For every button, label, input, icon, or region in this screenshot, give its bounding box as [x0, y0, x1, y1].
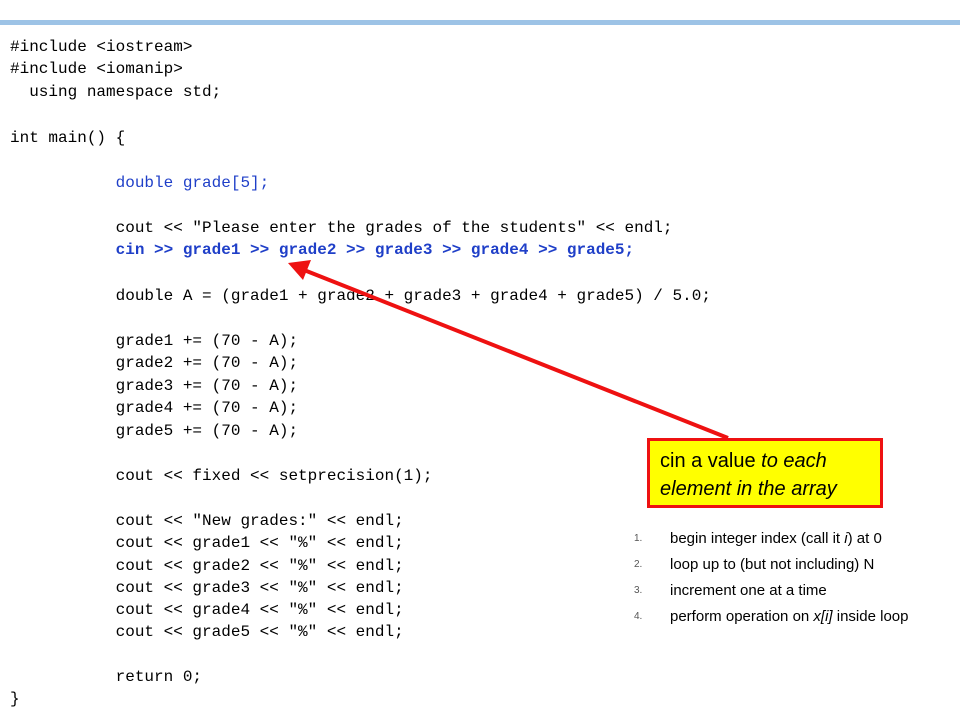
step-text: begin integer index (call it	[670, 530, 845, 547]
code-line-23: cout << grade1 << "%" << endl;	[10, 534, 404, 552]
code-line-2: #include <iomanip>	[10, 60, 183, 78]
step-number: 3.	[634, 585, 643, 596]
step-text-end: ) at 0	[847, 530, 882, 547]
code-line-16: grade3 += (70 - A);	[10, 377, 299, 395]
step-text: loop up to (but not including) N	[670, 556, 875, 573]
step-number: 4.	[634, 611, 643, 622]
step-text: perform operation on	[670, 608, 814, 625]
code-line-24: cout << grade2 << "%" << endl;	[10, 557, 404, 575]
code-line-14: grade1 += (70 - A);	[10, 332, 299, 350]
callout-text-plain: cin a value	[660, 450, 762, 472]
list-item: 2. loop up to (but not including) N	[630, 552, 960, 578]
code-line-18: grade5 += (70 - A);	[10, 422, 299, 440]
code-line-7: double grade[5];	[10, 174, 270, 192]
code-line-1: #include <iostream>	[10, 38, 193, 56]
code-line-17: grade4 += (70 - A);	[10, 399, 299, 417]
code-line-15: grade2 += (70 - A);	[10, 354, 299, 372]
code-line-9: cout << "Please enter the grades of the …	[10, 219, 673, 237]
step-text: increment one at a time	[670, 582, 827, 599]
callout-box: cin a value to each element in the array	[647, 438, 883, 508]
arrow-head	[288, 260, 311, 280]
list-item: 4. perform operation on x[i] inside loop	[630, 604, 960, 630]
code-line-25: cout << grade3 << "%" << endl;	[10, 579, 404, 597]
code-line-27: cout << grade5 << "%" << endl;	[10, 623, 404, 641]
code-line-10: cin >> grade1 >> grade2 >> grade3 >> gra…	[10, 241, 635, 259]
step-number: 2.	[634, 559, 643, 570]
code-line-26: cout << grade4 << "%" << endl;	[10, 601, 404, 619]
top-accent-bar	[0, 20, 960, 25]
list-item: 1. begin integer index (call it i) at 0	[630, 526, 960, 552]
code-line-5: int main() {	[10, 129, 126, 147]
step-number: 1.	[634, 533, 643, 544]
code-line-20: cout << fixed << setprecision(1);	[10, 467, 433, 485]
step-text-italic: x[i]	[813, 608, 833, 625]
code-line-30: }	[10, 690, 20, 708]
code-line-29: return 0;	[10, 668, 203, 686]
code-line-3: using namespace std;	[10, 83, 222, 101]
code-line-12: double A = (grade1 + grade2 + grade3 + g…	[10, 287, 711, 305]
steps-list: 1. begin integer index (call it i) at 0 2…	[630, 526, 960, 630]
list-item: 3. increment one at a time	[630, 578, 960, 604]
code-line-22: cout << "New grades:" << endl;	[10, 512, 404, 530]
step-text-end: inside loop	[832, 608, 909, 625]
